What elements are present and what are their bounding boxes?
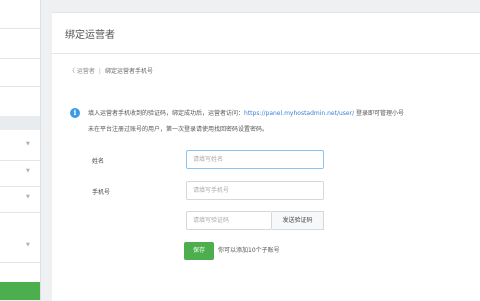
breadcrumb-separator: |: [98, 68, 101, 75]
chevron-down-icon[interactable]: ▼: [26, 242, 30, 248]
sidebar-divider: [0, 86, 40, 87]
sidebar-divider: [0, 58, 40, 59]
send-code-button[interactable]: 发送验证码: [272, 211, 324, 230]
main-panel: 绑定运营者 〈 运营者 | 绑定运营者手机号 i 填入运营者手机收到的验证码，绑定成…: [52, 12, 480, 301]
panel-link[interactable]: https://panel.myhostadmin.net/user/: [244, 110, 354, 117]
notice-line-2: 未在平台注册过账号的用户，第一次登录请使用找回密码设置密码。: [88, 126, 269, 133]
sidebar-item-active[interactable]: [0, 282, 40, 300]
sidebar-divider: [0, 262, 40, 263]
breadcrumb-back-link[interactable]: 〈 运营者: [69, 68, 95, 75]
save-button[interactable]: 保存: [184, 242, 214, 260]
chevron-down-icon[interactable]: ▼: [26, 168, 30, 174]
sidebar-group-header: [0, 116, 40, 130]
notice-text: 填入运营者手机收到的验证码，绑定成功后，运营者访问：: [88, 110, 245, 117]
panel-header: 绑定运营者: [52, 13, 480, 54]
sidebar-divider: [0, 28, 40, 29]
chevron-down-icon[interactable]: ▼: [26, 194, 30, 200]
breadcrumb: 〈 运营者 | 绑定运营者手机号: [69, 66, 153, 75]
page-title: 绑定运营者: [65, 30, 115, 41]
name-input[interactable]: 请填写姓名: [186, 150, 324, 169]
breadcrumb-current: 绑定运营者手机号: [104, 68, 153, 75]
notice-tail: 登录即可管理小号: [354, 110, 405, 117]
sidebar: ▼ ▼ ▼ ▼: [0, 0, 41, 300]
info-icon: i: [70, 108, 80, 118]
subaccount-hint: 你可以添加10个子账号: [218, 247, 280, 254]
chevron-down-icon[interactable]: ▼: [26, 141, 30, 147]
sidebar-divider: [0, 160, 40, 161]
code-input[interactable]: 请填写验证码: [186, 211, 272, 230]
sidebar-divider: [0, 186, 40, 187]
name-label: 姓名: [92, 158, 105, 165]
phone-label: 手机号: [92, 189, 111, 196]
sidebar-divider: [0, 212, 40, 213]
notice-line-1: 填入运营者手机收到的验证码，绑定成功后，运营者访问：https://panel.…: [88, 106, 404, 121]
phone-input[interactable]: 请填写手机号: [186, 181, 324, 200]
